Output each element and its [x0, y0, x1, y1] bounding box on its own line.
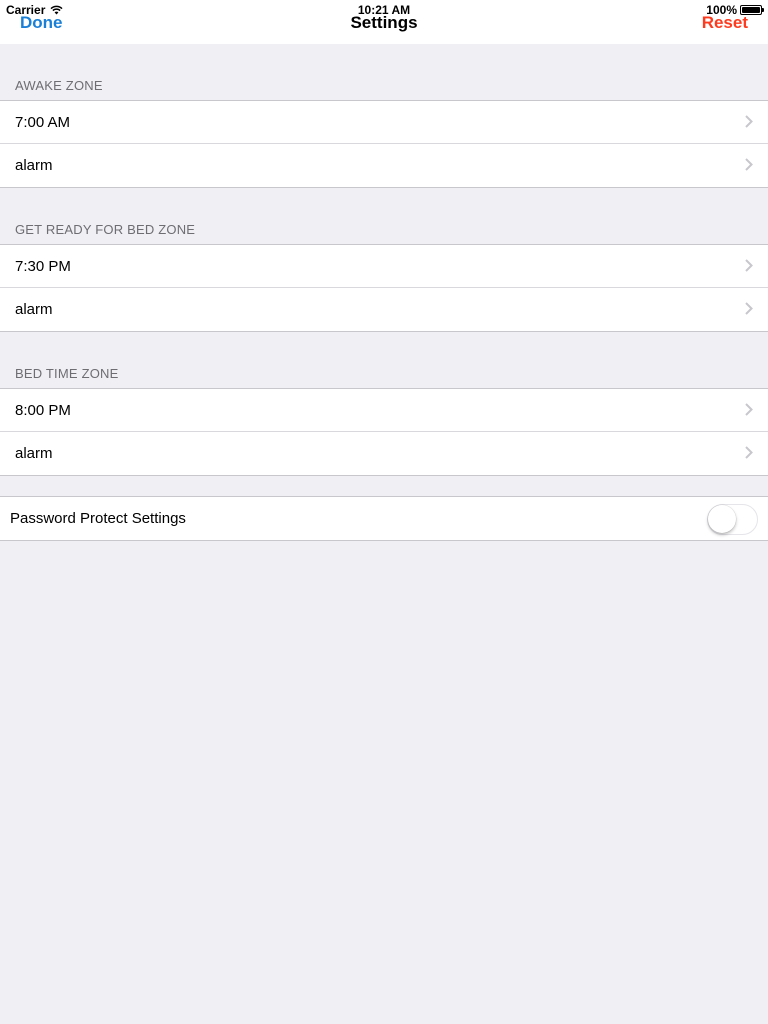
- get-ready-alarm-row[interactable]: alarm: [0, 287, 768, 331]
- get-ready-zone-group: 7:30 PM alarm: [0, 244, 768, 332]
- bed-time-zone-group: 8:00 PM alarm: [0, 388, 768, 476]
- chevron-right-icon: [745, 446, 753, 459]
- chevron-right-icon: [745, 115, 753, 128]
- row-label: 7:30 PM: [15, 258, 71, 275]
- navigation-bar: Carrier 10:21 AM 100% Done Settings Rese…: [0, 0, 768, 44]
- awake-time-row[interactable]: 7:00 AM: [0, 101, 768, 144]
- row-label: alarm: [15, 157, 53, 174]
- section-header-awake-zone: AWAKE ZONE: [15, 78, 103, 93]
- bed-time-row[interactable]: 8:00 PM: [0, 389, 768, 432]
- awake-zone-group: 7:00 AM alarm: [0, 100, 768, 188]
- row-label: 8:00 PM: [15, 402, 71, 419]
- chevron-right-icon: [745, 302, 753, 315]
- reset-button[interactable]: Reset: [702, 13, 748, 33]
- chevron-right-icon: [745, 158, 753, 171]
- password-protect-toggle[interactable]: [707, 504, 758, 535]
- bed-time-alarm-row[interactable]: alarm: [0, 431, 768, 475]
- password-protect-group: Password Protect Settings: [0, 496, 768, 541]
- password-protect-row: Password Protect Settings: [0, 497, 768, 540]
- toggle-knob: [708, 505, 736, 533]
- awake-alarm-row[interactable]: alarm: [0, 143, 768, 187]
- section-header-get-ready-zone: GET READY FOR BED ZONE: [15, 222, 196, 237]
- password-protect-label: Password Protect Settings: [10, 510, 186, 527]
- section-header-bed-time-zone: BED TIME ZONE: [15, 366, 119, 381]
- get-ready-time-row[interactable]: 7:30 PM: [0, 245, 768, 288]
- row-label: alarm: [15, 445, 53, 462]
- chevron-right-icon: [745, 403, 753, 416]
- page-title: Settings: [350, 13, 418, 32]
- chevron-right-icon: [745, 259, 753, 272]
- row-label: alarm: [15, 301, 53, 318]
- settings-table: AWAKE ZONE 7:00 AM alarm GET READY FOR B…: [0, 44, 768, 541]
- row-label: 7:00 AM: [15, 114, 71, 131]
